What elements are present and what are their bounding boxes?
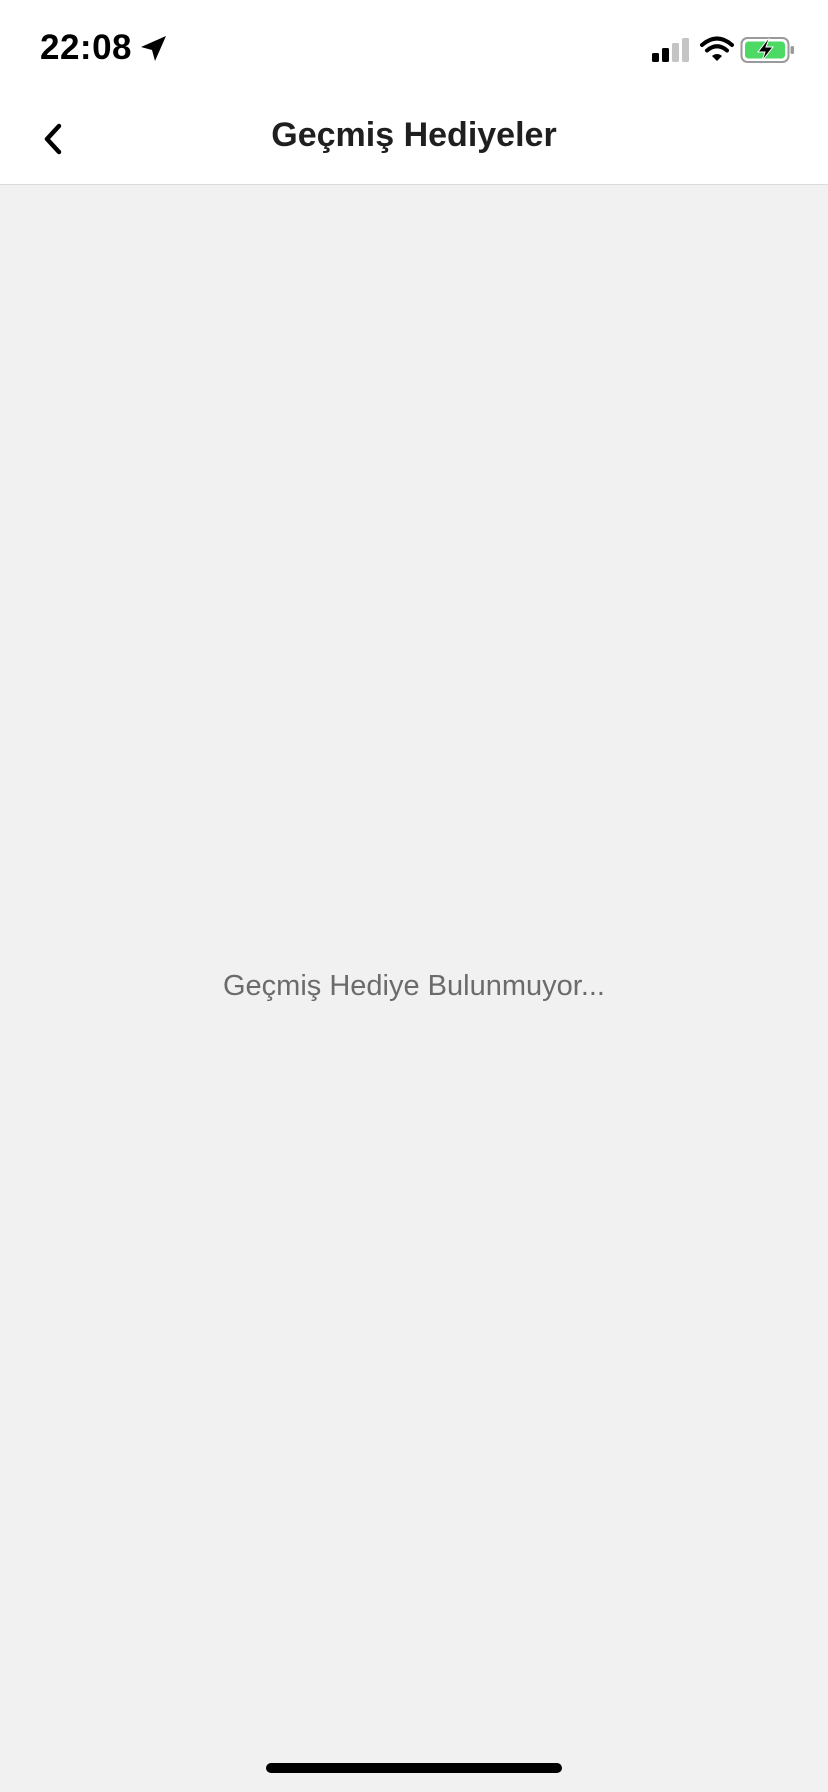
location-arrow-icon — [141, 36, 166, 61]
status-bar: 22:08 — [0, 0, 828, 94]
status-time: 22:08 — [40, 28, 133, 67]
navigation-bar: Geçmiş Hediyeler — [0, 94, 828, 185]
battery-charging-icon — [740, 37, 794, 63]
page-title: Geçmiş Hediyeler — [271, 116, 557, 154]
wifi-icon — [700, 36, 734, 61]
empty-state-message: Geçmiş Hediye Bulunmuyor... — [223, 970, 605, 1002]
cellular-signal-icon — [652, 38, 689, 62]
screen: 22:08 Geçmiş Hediyeler Geçmiş Hediye Bul… — [0, 0, 828, 1792]
gift-history-list: Geçmiş Hediye Bulunmuyor... — [0, 185, 828, 1792]
home-indicator[interactable] — [266, 1763, 562, 1773]
